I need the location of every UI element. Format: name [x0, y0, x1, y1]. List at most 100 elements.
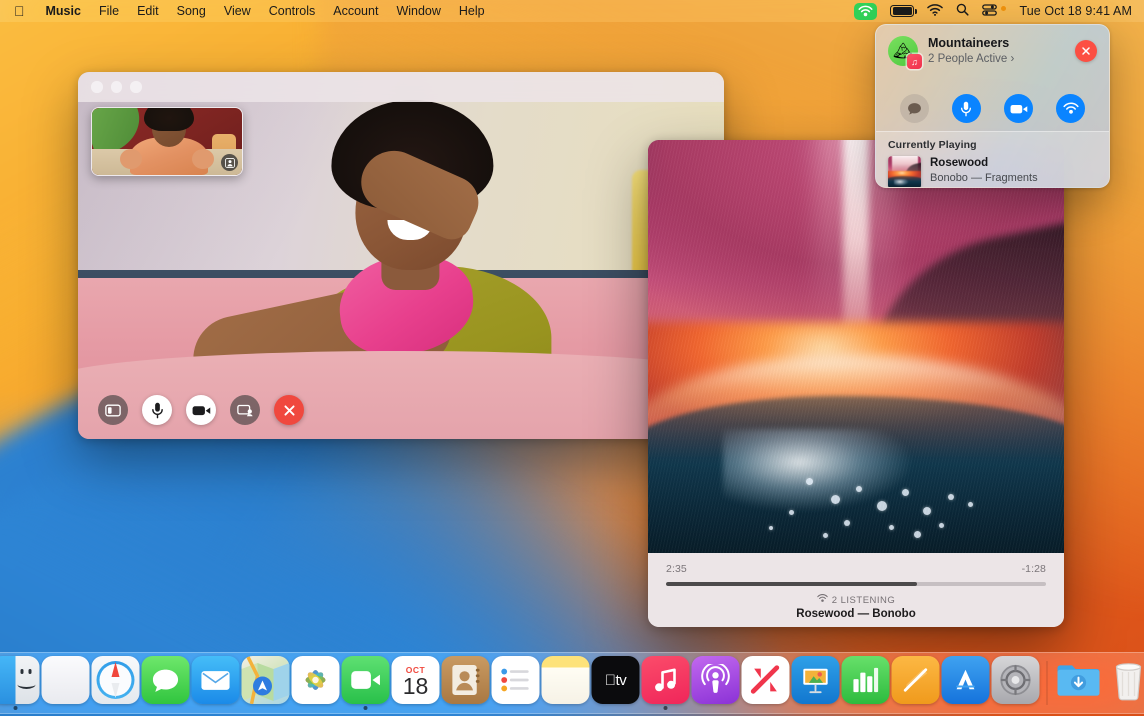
- wifi-icon[interactable]: [927, 4, 943, 19]
- video-camera-button[interactable]: [1004, 94, 1033, 123]
- playback-progress-fill: [666, 582, 917, 586]
- contacts-icon: [442, 656, 490, 704]
- reminders-icon: [492, 656, 540, 704]
- zoom-traffic-light[interactable]: [130, 81, 142, 93]
- calendar-day: 18: [403, 675, 429, 698]
- dock-item-tv[interactable]: tv: [591, 656, 641, 710]
- close-traffic-light[interactable]: [91, 81, 103, 93]
- dock-item-facetime[interactable]: [341, 656, 391, 710]
- finder-icon: [0, 656, 40, 704]
- mountain-avatar-icon[interactable]: 🏔 ♫: [888, 36, 918, 66]
- menu-item-controls[interactable]: Controls: [260, 0, 325, 22]
- dock-item-news[interactable]: [741, 656, 791, 710]
- control-center-alert-dot: [1001, 6, 1006, 11]
- dock-item-notes[interactable]: [541, 656, 591, 710]
- dock-item-finder[interactable]: [0, 656, 41, 710]
- dock-item-reminders[interactable]: [491, 656, 541, 710]
- chevron-right-icon: ›: [1010, 53, 1014, 65]
- menu-item-edit[interactable]: Edit: [128, 0, 168, 22]
- dock-item-contacts[interactable]: [441, 656, 491, 710]
- mail-icon: [192, 656, 240, 704]
- listening-status: 2 LISTENING: [666, 594, 1046, 606]
- keynote-icon: [792, 656, 840, 704]
- running-indicator: [1127, 706, 1131, 710]
- messages-icon: [142, 656, 190, 704]
- album-artwork-thumbnail: [888, 156, 921, 188]
- menu-item-file[interactable]: File: [90, 0, 128, 22]
- menu-item-view[interactable]: View: [215, 0, 260, 22]
- share-screen-button[interactable]: [230, 395, 260, 425]
- apple-tv-icon: tv: [592, 656, 640, 704]
- dock-item-downloads[interactable]: [1054, 656, 1104, 710]
- listening-count-label: 2 LISTENING: [832, 595, 896, 606]
- sidebar-toggle-button[interactable]: [98, 395, 128, 425]
- battery-icon[interactable]: [890, 5, 914, 17]
- currently-playing-section: Currently Playing Rosewood Bonobo — Frag…: [876, 131, 1109, 188]
- music-app-badge-icon: ♫: [907, 54, 922, 69]
- dock-item-mail[interactable]: [191, 656, 241, 710]
- person-badge-icon[interactable]: [221, 154, 238, 171]
- dock-item-settings[interactable]: [991, 656, 1041, 710]
- shareplay-popup[interactable]: 🏔 ♫ Mountaineers 2 People Active ›: [875, 24, 1110, 188]
- running-indicator: [464, 706, 468, 710]
- menu-bar-clock[interactable]: Tue Oct 18 9:41 AM: [1019, 4, 1132, 18]
- facetime-title-bar: [78, 72, 724, 102]
- self-view-pip[interactable]: [91, 107, 243, 176]
- search-icon[interactable]: [956, 3, 969, 19]
- dock-item-calendar[interactable]: OCT 18: [391, 656, 441, 710]
- menu-item-song[interactable]: Song: [168, 0, 215, 22]
- trash-icon: [1105, 656, 1144, 704]
- now-playing-row[interactable]: Rosewood Bonobo — Fragments Music: [888, 156, 1097, 188]
- dock-item-numbers[interactable]: [841, 656, 891, 710]
- playback-scrubber[interactable]: [666, 582, 1046, 586]
- dock-item-maps[interactable]: [241, 656, 291, 710]
- dock-item-pages[interactable]: [891, 656, 941, 710]
- running-indicator: [814, 706, 818, 710]
- photos-icon: [292, 656, 340, 704]
- running-indicator: [214, 706, 218, 710]
- minimize-traffic-light[interactable]: [111, 81, 123, 93]
- apple-logo-icon[interactable]: : [14, 4, 25, 18]
- dock-item-messages[interactable]: [141, 656, 191, 710]
- dock-item-keynote[interactable]: [791, 656, 841, 710]
- dock-item-photos[interactable]: [291, 656, 341, 710]
- dock: OCT 18: [0, 652, 1144, 714]
- menu-item-window[interactable]: Window: [387, 0, 449, 22]
- facetime-window[interactable]: [78, 72, 724, 439]
- running-indicator: [514, 706, 518, 710]
- messages-button[interactable]: [900, 94, 929, 123]
- dock-item-podcasts[interactable]: [691, 656, 741, 710]
- popup-action-buttons: [876, 94, 1109, 123]
- music-window[interactable]: 2:35 -1:28 2 LISTENING Rosewood — Bonobo: [648, 140, 1064, 627]
- close-button[interactable]: [1075, 40, 1097, 62]
- shareplay-icon[interactable]: [854, 3, 877, 20]
- menu-item-music[interactable]: Music: [37, 0, 90, 22]
- song-artist: Bonobo — Fragments: [930, 171, 1038, 186]
- end-call-button[interactable]: [274, 395, 304, 425]
- dock-item-safari[interactable]: [91, 656, 141, 710]
- launchpad-icon: [42, 656, 90, 704]
- dock-item-music[interactable]: [641, 656, 691, 710]
- dock-item-trash[interactable]: [1104, 656, 1144, 710]
- running-indicator: [914, 706, 918, 710]
- running-indicator: [364, 706, 368, 710]
- now-playing-title: Rosewood — Bonobo: [666, 608, 1046, 620]
- music-playback-bar: 2:35 -1:28 2 LISTENING Rosewood — Bonobo: [648, 553, 1064, 627]
- menu-bar:  Music File Edit Song View Controls Acc…: [0, 0, 1144, 22]
- music-icon: [642, 656, 690, 704]
- running-indicator: [614, 706, 618, 710]
- dock-item-appstore[interactable]: [941, 656, 991, 710]
- menu-item-account[interactable]: Account: [324, 0, 387, 22]
- menu-item-help[interactable]: Help: [450, 0, 494, 22]
- dock-item-launchpad[interactable]: [41, 656, 91, 710]
- system-settings-icon: [992, 656, 1040, 704]
- running-indicator: [14, 706, 18, 710]
- calendar-icon: OCT 18: [392, 656, 440, 704]
- control-center-icon[interactable]: [982, 4, 997, 19]
- microphone-button[interactable]: [952, 94, 981, 123]
- microphone-button[interactable]: [142, 395, 172, 425]
- participants-link[interactable]: 2 People Active ›: [928, 52, 1075, 67]
- popup-header: 🏔 ♫ Mountaineers 2 People Active ›: [876, 25, 1109, 67]
- video-camera-button[interactable]: [186, 395, 216, 425]
- shareplay-button[interactable]: [1056, 94, 1085, 123]
